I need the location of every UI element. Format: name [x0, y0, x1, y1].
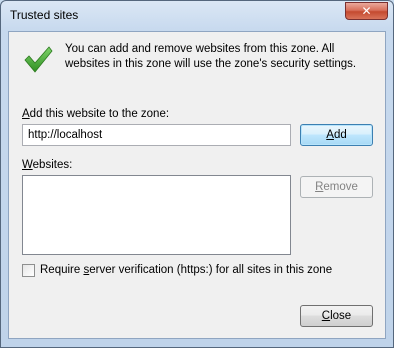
add-button-accesskey: A: [326, 129, 334, 141]
add-button-text: dd: [333, 129, 347, 141]
websites-label-accesskey: W: [22, 159, 33, 171]
add-website-label-accesskey: A: [22, 108, 30, 120]
close-window-button[interactable]: ✕: [345, 2, 388, 20]
checkmark-icon: [24, 46, 53, 73]
add-website-label: Add this website to the zone:: [22, 108, 169, 120]
close-button-accesskey: C: [321, 310, 331, 322]
server-verification-label-before: Require: [40, 264, 84, 276]
close-button[interactable]: Close: [300, 305, 373, 327]
add-button[interactable]: Add: [300, 124, 373, 146]
server-verification-label-after: erver verification (https:) for all site…: [89, 264, 333, 276]
window-title: Trusted sites: [10, 8, 79, 22]
server-verification-label[interactable]: Require server verification (https:) for…: [40, 264, 332, 276]
close-icon: ✕: [361, 4, 372, 18]
website-url-input[interactable]: [22, 124, 291, 146]
websites-label: Websites:: [22, 159, 72, 171]
remove-button-text: emove: [323, 181, 358, 193]
websites-label-text: ebsites:: [32, 159, 73, 171]
info-text: You can add and remove websites from thi…: [65, 43, 357, 70]
server-verification-checkbox[interactable]: [22, 264, 35, 277]
websites-list[interactable]: [22, 175, 291, 255]
remove-button[interactable]: Remove: [300, 176, 373, 198]
close-button-text: lose: [330, 310, 352, 322]
dialog-window: Trusted sites ✕ You can add and remove w…: [0, 0, 394, 348]
dialog-body: You can add and remove websites from thi…: [8, 31, 386, 339]
add-website-label-text: dd this website to the zone:: [29, 108, 170, 120]
title-bar[interactable]: Trusted sites ✕: [1, 1, 393, 30]
